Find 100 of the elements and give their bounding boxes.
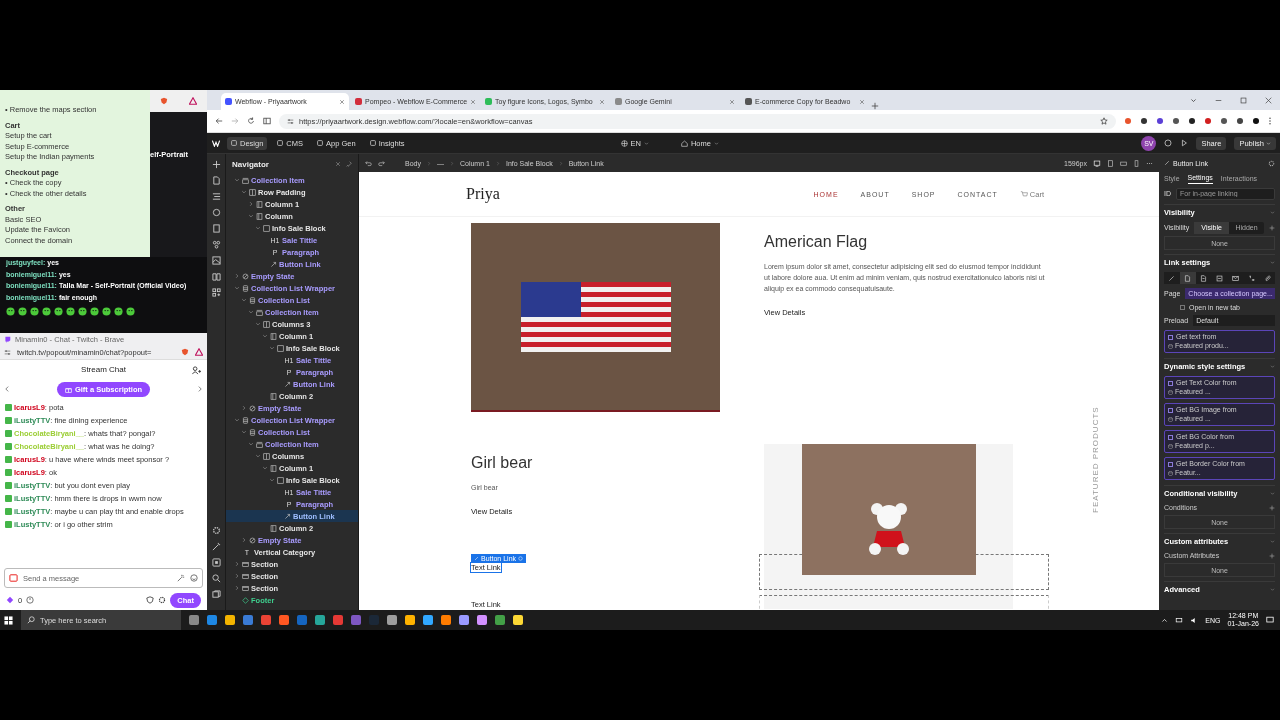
shield-icon[interactable] (146, 596, 155, 604)
new-tab-icon[interactable] (871, 102, 879, 110)
style-icon[interactable] (211, 224, 221, 233)
landscape-phone-icon[interactable] (1120, 159, 1127, 167)
close-icon[interactable] (1265, 96, 1272, 104)
caret-icon[interactable] (248, 441, 254, 447)
caret-icon[interactable] (234, 177, 240, 183)
caret-icon[interactable] (241, 189, 247, 195)
checkbox[interactable] (1168, 461, 1173, 467)
windows-start-icon[interactable] (4, 615, 13, 625)
close-icon[interactable] (859, 98, 865, 105)
emoji-icon[interactable] (190, 574, 198, 582)
emote-icon[interactable] (102, 307, 111, 316)
caret-icon[interactable] (241, 537, 247, 543)
notifications-icon[interactable] (1266, 616, 1274, 624)
apps-icon[interactable] (211, 288, 221, 297)
caret-icon[interactable] (269, 477, 275, 483)
assets-icon[interactable] (211, 256, 221, 265)
menu-icon[interactable] (1268, 117, 1272, 125)
checkbox[interactable] (1168, 334, 1173, 340)
emote-icon[interactable] (66, 307, 75, 316)
caret-icon[interactable] (269, 345, 275, 351)
caret-icon[interactable] (248, 309, 254, 315)
book-icon[interactable] (211, 272, 221, 281)
component-icon[interactable] (211, 208, 221, 217)
search-icon[interactable] (211, 574, 221, 583)
variables-icon[interactable] (211, 240, 221, 249)
emote-icon[interactable] (30, 307, 39, 316)
back-icon[interactable] (215, 117, 223, 125)
caret-icon[interactable] (234, 573, 240, 579)
close-icon[interactable] (470, 98, 477, 105)
column-icon (270, 392, 277, 400)
page-icon[interactable] (211, 176, 221, 185)
emote-icon[interactable] (6, 307, 15, 316)
close-icon[interactable] (729, 98, 735, 105)
emote-icon[interactable] (18, 307, 27, 316)
caret-icon[interactable] (248, 213, 254, 219)
close-icon[interactable] (339, 98, 345, 105)
users-icon[interactable] (192, 366, 201, 375)
checkbox[interactable] (1180, 304, 1185, 310)
webflow-logo-icon[interactable] (211, 139, 221, 147)
collection-list-icon (242, 416, 249, 424)
shield-icon[interactable] (181, 348, 189, 356)
warning-icon[interactable] (195, 348, 203, 356)
checkbox[interactable] (1168, 434, 1173, 440)
checkbox[interactable] (1168, 380, 1173, 386)
chevron-up-icon[interactable] (1161, 616, 1169, 624)
sidebar-icon[interactable] (263, 117, 271, 125)
collapse-icon[interactable] (335, 161, 341, 167)
caret-icon[interactable] (241, 297, 247, 303)
desktop-icon[interactable] (1093, 159, 1101, 167)
caret-icon[interactable] (255, 453, 261, 459)
maximize-icon[interactable] (1240, 96, 1247, 104)
chevron-right-icon[interactable] (197, 385, 203, 393)
add-icon[interactable] (211, 160, 221, 169)
tablet-icon[interactable] (1107, 159, 1114, 167)
chevron-left-icon[interactable] (4, 385, 10, 393)
navigator-icon[interactable] (211, 192, 221, 201)
emote-icon[interactable] (114, 307, 123, 316)
caret-icon[interactable] (241, 405, 247, 411)
emote-icon[interactable] (42, 307, 51, 316)
network-icon[interactable] (1175, 616, 1184, 624)
reload-icon[interactable] (247, 117, 255, 125)
pin-icon[interactable] (346, 161, 352, 167)
caret-icon[interactable] (248, 201, 254, 207)
caret-icon[interactable] (234, 585, 240, 591)
site-info-icon[interactable] (4, 348, 11, 356)
caret-icon[interactable] (234, 417, 240, 423)
close-icon[interactable] (599, 98, 605, 105)
chevron-down-icon[interactable] (1190, 96, 1197, 104)
emote-icon[interactable] (90, 307, 99, 316)
checkbox[interactable] (1168, 407, 1173, 413)
caret-icon[interactable] (241, 429, 247, 435)
grid-icon (263, 320, 270, 328)
undo-icon[interactable] (365, 159, 372, 167)
magic-wand-icon[interactable] (211, 542, 221, 551)
caret-icon[interactable] (234, 285, 240, 291)
caret-icon[interactable] (255, 225, 261, 231)
timer-icon[interactable] (26, 596, 35, 604)
emote-icon[interactable] (78, 307, 87, 316)
phone-icon[interactable] (1133, 159, 1140, 167)
caret-icon[interactable] (262, 333, 268, 339)
caret-icon[interactable] (234, 273, 240, 279)
caret-icon[interactable] (255, 321, 261, 327)
pages-icon[interactable] (211, 590, 221, 599)
emote-icon[interactable] (126, 307, 135, 316)
settings-icon[interactable] (158, 596, 167, 604)
shield-icon[interactable] (160, 97, 169, 105)
settings-icon[interactable] (1268, 159, 1275, 167)
redo-icon[interactable] (378, 159, 385, 167)
site-logo[interactable]: Priya (466, 185, 500, 203)
points-icon[interactable] (6, 596, 14, 604)
stop-icon[interactable] (211, 558, 221, 567)
link-type-button[interactable] (1179, 272, 1196, 284)
caret-icon[interactable] (234, 561, 240, 567)
warning-icon[interactable] (188, 97, 197, 105)
play-icon[interactable] (1180, 139, 1189, 147)
sparkle-icon[interactable] (177, 574, 185, 582)
emote-icon[interactable] (54, 307, 63, 316)
caret-icon[interactable] (262, 465, 268, 471)
